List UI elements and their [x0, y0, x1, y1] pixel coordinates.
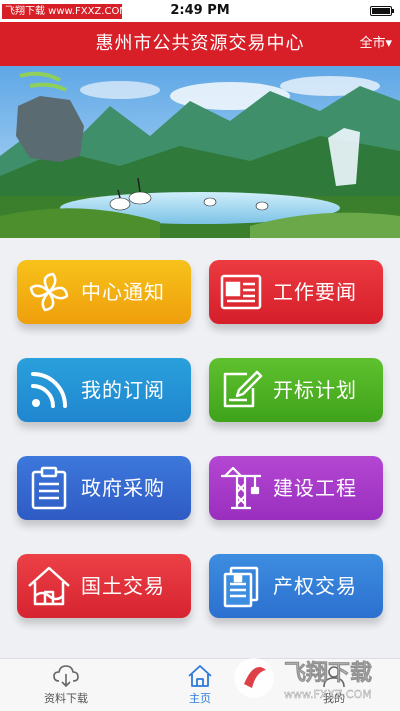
tower-crane-icon [221, 466, 261, 510]
tile-label: 政府采购 [81, 476, 165, 500]
house-land-icon [28, 566, 70, 606]
status-time: 2:49 PM [170, 3, 230, 18]
tab-home[interactable]: 主页 [164, 659, 236, 711]
tile-label: 我的订阅 [81, 378, 165, 402]
banner-carousel[interactable] [0, 66, 400, 238]
home-icon [188, 665, 212, 687]
tab-label: 主页 [189, 692, 211, 705]
tile-work-news[interactable]: 工作要闻 [209, 260, 383, 324]
clipboard-list-icon [31, 466, 67, 510]
page-title: 惠州市公共资源交易中心 [95, 33, 305, 54]
tile-label: 产权交易 [273, 574, 357, 598]
tile-land-transaction[interactable]: 国土交易 [17, 554, 191, 618]
tile-label: 中心通知 [81, 280, 165, 304]
overlay-watermark-brand: 飞翔下载 [284, 660, 372, 686]
overlay-watermark: 飞翔下载 www.FXXZ.COM [234, 658, 372, 701]
tile-property-rights-transaction[interactable]: 产权交易 [209, 554, 383, 618]
rss-icon [31, 372, 67, 408]
tile-center-notice[interactable]: 中心通知 [17, 260, 191, 324]
tile-label: 国土交易 [81, 574, 165, 598]
status-bar: 飞翔下载 www.FXXZ.COM 2:49 PM [0, 0, 400, 22]
tab-label: 资料下载 [44, 692, 88, 705]
edit-pen-icon [223, 370, 263, 408]
documents-icon [223, 566, 259, 608]
cloud-download-icon [53, 665, 79, 688]
tile-my-subscription[interactable]: 我的订阅 [17, 358, 191, 422]
landscape-banner-image [0, 66, 400, 238]
tile-label: 建设工程 [273, 476, 357, 500]
region-selector[interactable]: 全市▾ [359, 22, 392, 66]
tile-bid-plan[interactable]: 开标计划 [209, 358, 383, 422]
overlay-watermark-url: www.FXXZ.COM [284, 688, 372, 701]
tile-label: 开标计划 [273, 378, 357, 402]
app-header: 惠州市公共资源交易中心 全市▾ [0, 22, 400, 66]
pinwheel-icon [29, 272, 69, 312]
tile-label: 工作要闻 [273, 280, 357, 304]
newspaper-icon [220, 274, 262, 310]
tile-government-procurement[interactable]: 政府采购 [17, 456, 191, 520]
battery-icon [370, 6, 394, 16]
tile-construction-project[interactable]: 建设工程 [209, 456, 383, 520]
tab-downloads[interactable]: 资料下载 [30, 659, 102, 711]
